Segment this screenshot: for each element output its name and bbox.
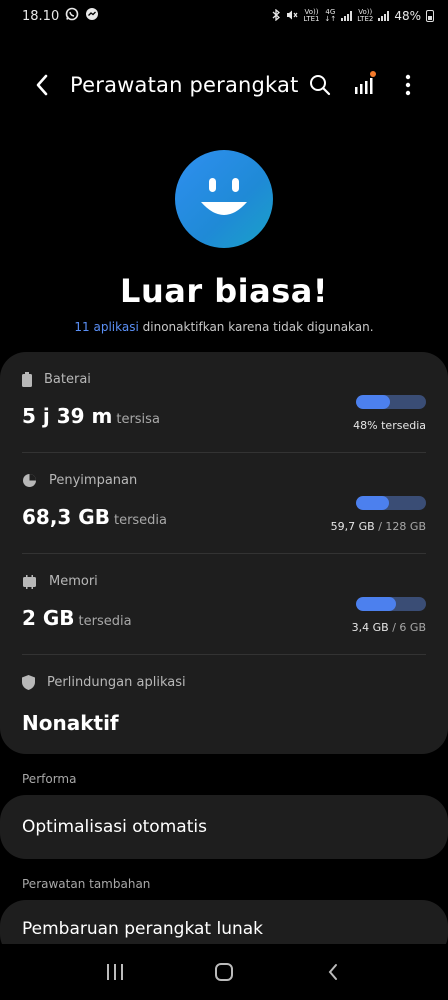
battery-label: Baterai	[44, 372, 91, 387]
storage-unit: tersedia	[113, 513, 168, 528]
memory-progress-bar	[356, 597, 426, 611]
auto-optimize-label: Optimalisasi otomatis	[22, 817, 207, 837]
recent-apps-icon	[106, 964, 123, 980]
back-arrow-icon	[36, 74, 48, 96]
status-subtitle: 11 aplikasi dinonaktifkan karena tidak d…	[74, 320, 374, 334]
storage-row[interactable]: Penyimpanan 68,3 GB tersedia 59,7 GB / 1…	[0, 453, 448, 553]
status-bar: 18.10 Vo)) LTE1 4G ↓↑ Vo)) LTE2 48%	[0, 0, 448, 32]
software-update-label: Pembaruan perangkat lunak	[22, 919, 264, 939]
more-options-button[interactable]	[390, 67, 426, 103]
battery-icon	[22, 372, 32, 387]
battery-value: 5 j 39 m	[22, 404, 113, 428]
navigation-bar	[0, 944, 448, 1000]
more-vertical-icon	[405, 74, 411, 96]
app-bar: Perawatan perangkat	[0, 60, 448, 110]
status-hero: Luar biasa! 11 aplikasi dinonaktifkan ka…	[0, 150, 448, 334]
volte2-indicator: Vo)) LTE2	[357, 8, 374, 23]
battery-unit: tersisa	[116, 412, 160, 427]
battery-progress-bar	[356, 395, 426, 409]
bluetooth-icon	[271, 8, 281, 24]
home-button[interactable]	[199, 947, 249, 997]
status-headline: Luar biasa!	[120, 272, 328, 310]
notification-dot	[370, 71, 376, 77]
back-button[interactable]	[22, 65, 62, 105]
status-time: 18.10	[22, 8, 60, 24]
whatsapp-icon	[65, 7, 79, 25]
app-protection-row[interactable]: Perlindungan aplikasi Nonaktif	[0, 655, 448, 755]
section-header-performance: Performa	[22, 772, 77, 786]
battery-row[interactable]: Baterai 5 j 39 m tersisa 48% tersedia	[0, 352, 448, 452]
memory-detail: 3,4 GB / 6 GB	[351, 621, 426, 634]
signal-icon	[378, 11, 390, 21]
search-button[interactable]	[302, 67, 338, 103]
memory-unit: tersedia	[78, 614, 132, 629]
storage-value: 68,3 GB	[22, 505, 110, 529]
section-header-extra-care: Perawatan tambahan	[22, 877, 151, 891]
battery-percent: 48%	[394, 9, 421, 23]
messenger-icon	[85, 7, 99, 25]
shield-icon	[22, 675, 35, 690]
memory-value: 2 GB	[22, 606, 75, 630]
mute-icon	[286, 9, 298, 24]
app-protection-value: Nonaktif	[22, 711, 119, 735]
memory-label: Memori	[49, 574, 98, 589]
device-status-card: Baterai 5 j 39 m tersisa 48% tersedia Pe…	[0, 352, 448, 754]
battery-icon	[426, 10, 434, 22]
storage-detail: 59,7 GB / 128 GB	[330, 520, 426, 533]
memory-row[interactable]: Memori 2 GB tersedia 3,4 GB / 6 GB	[0, 554, 448, 654]
app-protection-label: Perlindungan aplikasi	[47, 675, 186, 690]
pie-chart-icon	[23, 474, 36, 487]
home-icon	[214, 963, 233, 981]
signal-icon	[341, 11, 353, 21]
search-icon	[310, 75, 331, 96]
back-chevron-icon	[328, 964, 338, 980]
volte1-indicator: Vo)) LTE1	[303, 8, 320, 23]
diagnostics-button[interactable]	[346, 67, 382, 103]
page-title: Perawatan perangkat	[70, 73, 299, 97]
memory-chip-icon	[23, 574, 36, 589]
recent-apps-button[interactable]	[90, 947, 140, 997]
bar-chart-icon	[355, 78, 373, 94]
auto-optimize-item[interactable]: Optimalisasi otomatis	[0, 795, 448, 859]
storage-label: Penyimpanan	[49, 473, 138, 488]
storage-progress-bar	[356, 496, 426, 510]
nav-back-button[interactable]	[308, 947, 358, 997]
network-type-indicator: 4G ↓↑	[324, 8, 337, 23]
smiley-face-icon	[175, 150, 273, 248]
battery-detail: 48% tersedia	[353, 419, 426, 432]
disabled-apps-link[interactable]: 11 aplikasi	[74, 320, 138, 334]
